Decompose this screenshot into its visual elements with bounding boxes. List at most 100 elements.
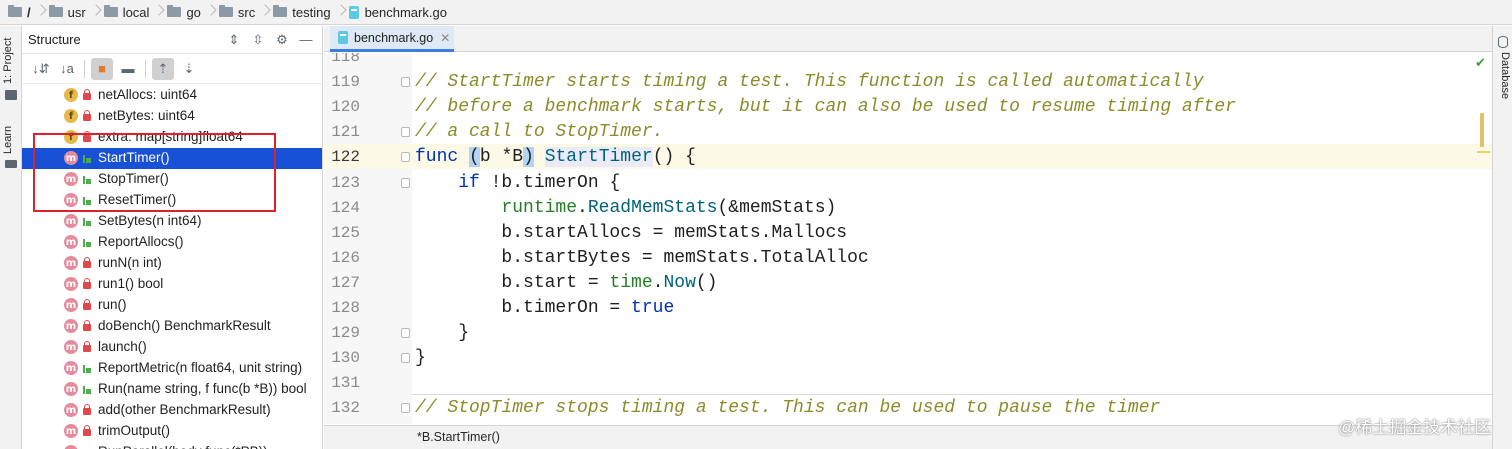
method-icon: m bbox=[64, 298, 78, 312]
structure-item[interactable]: m trimOutput() bbox=[22, 421, 322, 442]
show-fields-icon[interactable]: ▬ bbox=[117, 58, 139, 80]
structure-item[interactable]: m RunParallel(body func(*PB)) bbox=[22, 442, 322, 449]
code-line: 130} bbox=[324, 345, 1492, 370]
private-lock-icon bbox=[83, 89, 91, 100]
structure-item[interactable]: m runN(n int) bbox=[22, 253, 322, 274]
chevron-right-icon bbox=[337, 0, 345, 25]
structure-item-label: add(other BenchmarkResult) bbox=[98, 402, 271, 417]
private-lock-icon bbox=[83, 404, 91, 415]
line-number[interactable]: 130 bbox=[324, 349, 360, 367]
breadcrumb-file[interactable]: benchmark.go bbox=[348, 0, 447, 25]
fold-marker-icon[interactable] bbox=[401, 403, 410, 414]
method-icon: m bbox=[64, 319, 78, 333]
structure-item[interactable]: m run1() bool bbox=[22, 274, 322, 295]
folder-icon bbox=[273, 5, 288, 17]
structure-item[interactable]: m run() bbox=[22, 295, 322, 316]
structure-item-label: SetBytes(n int64) bbox=[98, 213, 202, 228]
code-text: b.timerOn = true bbox=[415, 298, 674, 318]
sort-alphabetically-icon[interactable]: ↓a bbox=[56, 58, 78, 80]
method-icon: m bbox=[64, 361, 78, 375]
project-folder-icon[interactable] bbox=[5, 90, 17, 100]
code-path[interactable]: *B.StartTimer() bbox=[417, 430, 500, 444]
line-number[interactable]: 132 bbox=[324, 399, 360, 417]
breadcrumb-item[interactable]: go bbox=[167, 0, 218, 25]
line-number[interactable]: 121 bbox=[324, 123, 360, 141]
structure-item[interactable]: f netBytes: uint64 bbox=[22, 106, 322, 127]
fold-marker-icon[interactable] bbox=[401, 77, 410, 88]
field-icon: f bbox=[64, 88, 78, 102]
learn-icon[interactable] bbox=[5, 160, 17, 168]
database-icon[interactable] bbox=[1498, 36, 1508, 48]
fold-marker-icon[interactable] bbox=[401, 152, 410, 163]
code-line: 118 bbox=[324, 53, 1492, 69]
fold-marker-icon[interactable] bbox=[401, 177, 410, 188]
breadcrumb-item[interactable]: / bbox=[8, 0, 49, 25]
line-number[interactable]: 126 bbox=[324, 249, 360, 267]
line-number[interactable]: 123 bbox=[324, 174, 360, 192]
code-line: 127 b.start = time.Now() bbox=[324, 270, 1492, 295]
structure-item[interactable]: m Run(name string, f func(b *B)) bool bbox=[22, 379, 322, 400]
fold-marker-icon[interactable] bbox=[401, 353, 410, 364]
line-number[interactable]: 128 bbox=[324, 299, 360, 317]
autoscroll-to-source-icon[interactable]: ⇡ bbox=[152, 57, 174, 80]
sort-by-visibility-icon[interactable]: ↓⇵ bbox=[30, 58, 52, 80]
breadcrumb-item[interactable]: usr bbox=[48, 0, 104, 25]
structure-item-label: RunParallel(body func(*PB)) bbox=[98, 444, 268, 449]
learn-tool-tab[interactable]: Learn bbox=[2, 122, 20, 158]
structure-item[interactable]: m doBench() BenchmarkResult bbox=[22, 316, 322, 337]
left-tool-strip: 1: Project Learn bbox=[0, 26, 22, 449]
method-icon: m bbox=[64, 235, 78, 249]
structure-item[interactable]: f netAllocs: uint64 bbox=[22, 85, 322, 106]
structure-item[interactable]: m ReportAllocs() bbox=[22, 232, 322, 253]
line-number[interactable]: 120 bbox=[324, 98, 360, 116]
structure-item-label: Run(name string, f func(b *B)) bool bbox=[98, 381, 307, 396]
code-editor[interactable]: 118 119 // StartTimer starts timing a test… bbox=[324, 53, 1492, 424]
breadcrumb-item[interactable]: local bbox=[103, 0, 168, 25]
collapse-all-icon[interactable]: ⇳ bbox=[250, 32, 266, 48]
code-token: Now bbox=[663, 272, 696, 293]
database-tool-tab[interactable]: Database bbox=[1495, 52, 1511, 99]
gear-icon[interactable]: ⚙ bbox=[274, 32, 290, 48]
line-number[interactable]: 131 bbox=[324, 374, 360, 392]
fold-marker-icon[interactable] bbox=[401, 127, 410, 138]
line-number[interactable]: 124 bbox=[324, 199, 360, 217]
breadcrumb-item[interactable]: src bbox=[218, 0, 273, 25]
chevron-right-icon bbox=[37, 0, 45, 25]
expand-all-icon[interactable]: ⇕ bbox=[226, 32, 242, 48]
private-lock-icon bbox=[83, 320, 91, 331]
structure-item[interactable]: m SetBytes(n int64) bbox=[22, 211, 322, 232]
line-number[interactable]: 122 bbox=[324, 148, 360, 166]
code-text: func (b *B) StartTimer() { bbox=[415, 147, 696, 168]
code-token: ) bbox=[523, 147, 534, 168]
project-tool-tab[interactable]: 1: Project bbox=[2, 34, 20, 88]
structure-item[interactable]: m add(other BenchmarkResult) bbox=[22, 400, 322, 421]
code-line: 131 bbox=[324, 370, 1492, 395]
method-icon: m bbox=[64, 256, 78, 270]
line-number[interactable]: 118 bbox=[324, 53, 360, 66]
code-text: b.start = time.Now() bbox=[415, 273, 717, 293]
code-line: 125 b.startAllocs = memStats.Mallocs bbox=[324, 220, 1492, 245]
close-icon[interactable]: ✕ bbox=[440, 31, 450, 45]
minimize-icon[interactable]: — bbox=[298, 32, 314, 48]
code-line: 123 if !b.timerOn { bbox=[324, 170, 1492, 195]
private-lock-icon bbox=[83, 278, 91, 289]
tab-benchmark-go[interactable]: benchmark.go ✕ bbox=[330, 26, 454, 52]
breadcrumb-item[interactable]: testing bbox=[273, 0, 348, 25]
structure-item[interactable]: m launch() bbox=[22, 337, 322, 358]
line-number[interactable]: 129 bbox=[324, 324, 360, 342]
show-non-public-icon[interactable]: ■ bbox=[91, 57, 113, 80]
no-problems-check-icon[interactable]: ✔ bbox=[1475, 55, 1486, 71]
code-text: } bbox=[415, 323, 469, 343]
line-number[interactable]: 119 bbox=[324, 73, 360, 91]
line-number[interactable]: 127 bbox=[324, 274, 360, 292]
line-number[interactable]: 125 bbox=[324, 224, 360, 242]
fold-marker-icon[interactable] bbox=[401, 328, 410, 339]
autoscroll-from-source-icon[interactable]: ⇣ bbox=[178, 58, 200, 80]
method-separator bbox=[412, 394, 1492, 395]
public-visibility-icon bbox=[83, 237, 91, 247]
code-text: // StartTimer starts timing a test. This… bbox=[415, 72, 1204, 92]
editor-tab-bar: benchmark.go ✕ bbox=[324, 26, 1492, 52]
editor-scrollbar-thumb[interactable] bbox=[1480, 113, 1484, 147]
structure-item[interactable]: m ReportMetric(n float64, unit string) bbox=[22, 358, 322, 379]
